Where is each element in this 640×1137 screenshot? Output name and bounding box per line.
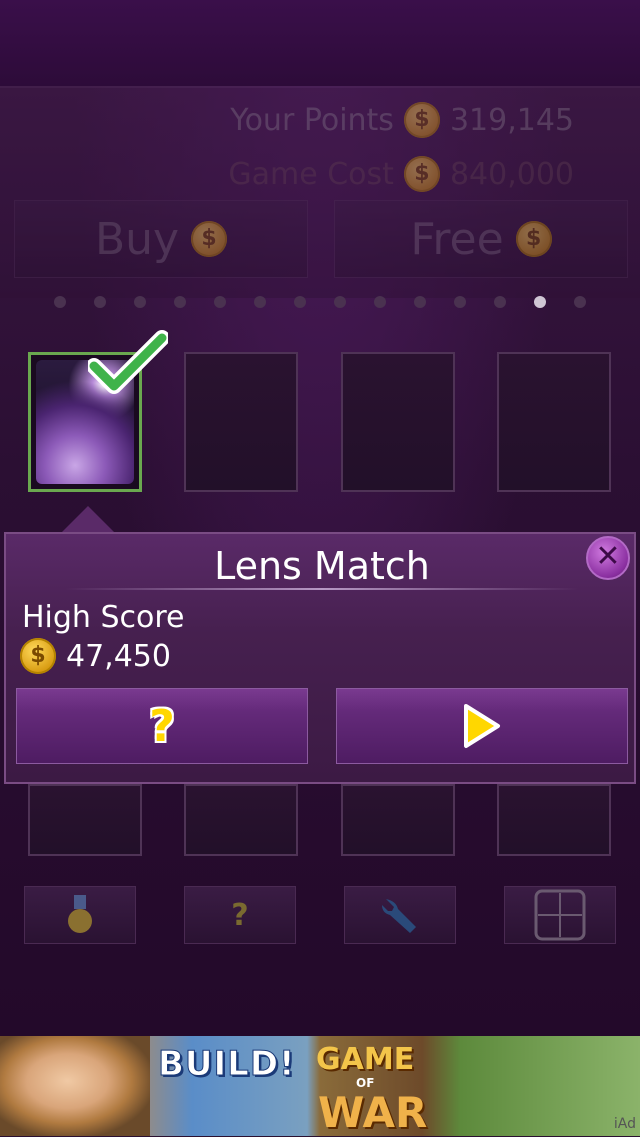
help-icon: ? <box>149 700 175 752</box>
high-score-label: High Score <box>22 600 185 635</box>
wrench-icon <box>382 899 416 933</box>
game-slot[interactable] <box>28 784 142 856</box>
coin-icon: $ <box>403 102 440 138</box>
help-icon: ? <box>231 897 249 933</box>
popup-title: Lens Match <box>214 544 430 588</box>
play-button[interactable] <box>336 688 628 764</box>
game-slot[interactable] <box>341 784 455 856</box>
your-points-label: Your Points <box>230 102 394 138</box>
page-dot[interactable] <box>374 296 386 308</box>
coin-icon: $ <box>191 221 228 257</box>
settings-button[interactable] <box>344 886 456 944</box>
page-dot[interactable] <box>214 296 226 308</box>
page-dot[interactable] <box>494 296 506 308</box>
buy-label: Buy <box>94 213 180 265</box>
high-score-row: $ 47,450 <box>20 638 171 674</box>
game-cost-row: Game Cost $ 840,000 <box>228 156 574 192</box>
page-indicator <box>0 296 640 316</box>
game-info-popup: Lens Match ✕ High Score $ 47,450 ? <box>4 532 636 784</box>
settings-grid-icon <box>534 889 586 941</box>
achievements-button[interactable] <box>24 886 136 944</box>
game-cost-value: 840,000 <box>449 156 574 192</box>
your-points-row: Your Points $ 319,145 <box>230 102 574 138</box>
game-slot[interactable] <box>184 784 298 856</box>
game-slot[interactable] <box>497 352 611 492</box>
page-dot[interactable] <box>334 296 346 308</box>
more-button[interactable] <box>504 886 616 944</box>
your-points-value: 319,145 <box>449 102 574 138</box>
coin-icon: $ <box>20 638 56 674</box>
game-slot[interactable] <box>497 784 611 856</box>
coin-icon: $ <box>515 221 552 257</box>
ad-image <box>0 1036 150 1136</box>
play-icon <box>464 704 500 748</box>
help-toolbar-button[interactable]: ? <box>184 886 296 944</box>
popup-pointer <box>60 506 116 534</box>
ad-banner[interactable]: BUILD! GAME OF WAR iAd <box>0 1036 640 1137</box>
medal-icon <box>68 895 92 933</box>
divider <box>66 588 578 590</box>
page-dot[interactable] <box>294 296 306 308</box>
game-slot[interactable] <box>341 352 455 492</box>
close-button[interactable]: ✕ <box>586 536 630 580</box>
page-dot[interactable] <box>134 296 146 308</box>
ad-text-war: WAR <box>318 1088 428 1137</box>
page-dot-active[interactable] <box>534 296 546 308</box>
page-dot[interactable] <box>174 296 186 308</box>
page-dot[interactable] <box>94 296 106 308</box>
ad-text-build: BUILD! <box>158 1044 296 1085</box>
game-slot[interactable] <box>184 352 298 492</box>
page-dot[interactable] <box>574 296 586 308</box>
page-dot[interactable] <box>254 296 266 308</box>
game-cost-label: Game Cost <box>228 156 394 192</box>
top-bar <box>0 0 640 86</box>
checkmark-icon <box>88 330 168 394</box>
page-dot[interactable] <box>454 296 466 308</box>
ad-text-game: GAME <box>316 1042 415 1077</box>
page-dot[interactable] <box>414 296 426 308</box>
free-label: Free <box>410 213 504 265</box>
coin-icon: $ <box>403 156 440 192</box>
high-score-value: 47,450 <box>66 638 171 674</box>
iad-badge: iAd <box>613 1116 636 1132</box>
game-help-button[interactable]: ? <box>16 688 308 764</box>
page-dot[interactable] <box>54 296 66 308</box>
free-button[interactable]: Free $ <box>334 200 628 278</box>
buy-button[interactable]: Buy $ <box>14 200 308 278</box>
